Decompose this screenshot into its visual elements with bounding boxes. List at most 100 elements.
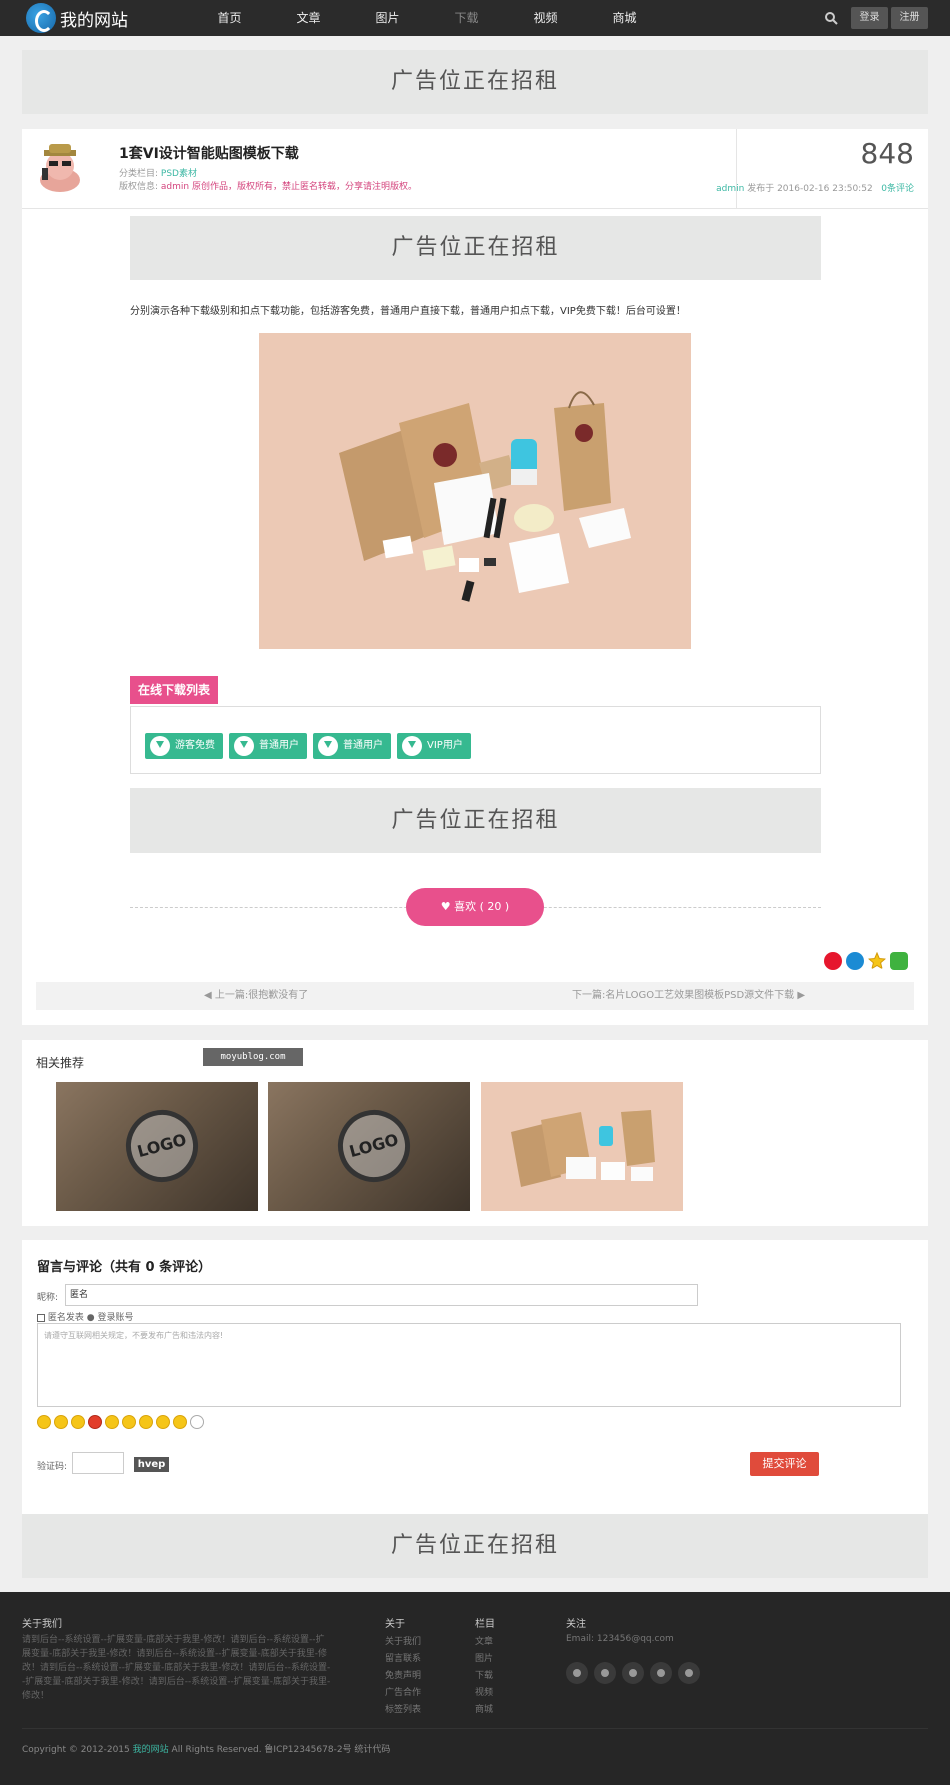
main-nav: 首页 文章 图片 下载 视频 商城 <box>190 0 664 36</box>
nav-articles[interactable]: 文章 <box>269 0 348 36</box>
article-intro: 分别演示各种下载级别和扣点下载功能，包括游客免费，普通用户直接下载，普通用户扣点… <box>130 306 686 317</box>
emoji-icon[interactable] <box>88 1415 102 1429</box>
emoji-icon[interactable] <box>105 1415 119 1429</box>
publish-date: 发布于 2016-02-16 23:50:52 <box>747 184 873 194</box>
copyright-prefix: Copyright © 2012-2015 <box>22 1745 130 1755</box>
nav-images[interactable]: 图片 <box>348 0 427 36</box>
nav-shop[interactable]: 商城 <box>585 0 664 36</box>
ad-banner-bottom[interactable]: 广告位正在招租 <box>22 1514 928 1578</box>
footer-link-downloads[interactable]: 下载 <box>475 1668 493 1681</box>
download-icon <box>234 736 254 756</box>
chevron-right-icon: ▶ <box>797 990 806 1001</box>
view-count: 848 <box>860 137 914 170</box>
download-guest-button[interactable]: 游客免费 <box>145 733 223 759</box>
nickname-input[interactable]: 匿名 <box>65 1284 698 1306</box>
captcha-image[interactable]: hvep <box>134 1457 169 1472</box>
footer-link-articles[interactable]: 文章 <box>475 1634 493 1647</box>
login-account-link[interactable]: 登录账号 <box>98 1313 134 1323</box>
like-button[interactable]: ♥ 喜欢 ( 20 ) <box>406 888 544 926</box>
footer-link-about[interactable]: 关于我们 <box>385 1634 421 1647</box>
prev-post-link[interactable]: ◀ 上一篇:很抱歉没有了 <box>204 982 308 1010</box>
footer-link-ads[interactable]: 广告合作 <box>385 1685 421 1698</box>
watermark-label: moyublog.com <box>203 1048 303 1066</box>
prev-next-nav: ◀ 上一篇:很抱歉没有了 下一篇:名片LOGO工艺效果图模板PSD源文件下载 ▶ <box>36 982 914 1010</box>
article-title: 1套VI设计智能贴图模板下载 <box>119 146 299 162</box>
pinterest-icon[interactable] <box>594 1662 616 1684</box>
copyright-site-link[interactable]: 我的网站 <box>133 1745 169 1755</box>
next-post-link[interactable]: 下一篇:名片LOGO工艺效果图模板PSD源文件下载 ▶ <box>572 982 805 1010</box>
related-title: 相关推荐 <box>36 1056 85 1070</box>
author-link[interactable]: admin <box>716 184 744 194</box>
comment-textarea[interactable]: 请遵守互联网相关规定，不要发布广告和违法内容! <box>37 1323 901 1407</box>
footer-link-videos[interactable]: 视频 <box>475 1685 493 1698</box>
ad-banner-article-top[interactable]: 广告位正在招租 <box>130 216 821 280</box>
comment-count-link[interactable]: 0条评论 <box>881 184 914 194</box>
copyright-suffix: All Rights Reserved. 鲁ICP12345678-2号 统计代… <box>171 1745 391 1755</box>
wechat-share-icon[interactable] <box>890 952 908 970</box>
vi-mockup-thumb <box>511 1110 655 1187</box>
footer-link-tags[interactable]: 标签列表 <box>385 1702 421 1715</box>
favorite-star-icon[interactable] <box>868 952 886 970</box>
qq-icon[interactable] <box>622 1662 644 1684</box>
emoji-icon[interactable] <box>156 1415 170 1429</box>
weibo-icon[interactable] <box>566 1662 588 1684</box>
nav-home[interactable]: 首页 <box>190 0 269 36</box>
download-icon <box>402 736 422 756</box>
search-icon[interactable] <box>824 11 838 25</box>
category-link[interactable]: PSD素材 <box>161 169 197 179</box>
emoji-icon[interactable] <box>139 1415 153 1429</box>
footer-link-disclaimer[interactable]: 免责声明 <box>385 1668 421 1681</box>
like-label: 喜欢 ( 20 ) <box>454 900 510 913</box>
anon-options: 匿名发表 ● 登录账号 <box>37 1310 134 1323</box>
rss-icon[interactable] <box>650 1662 672 1684</box>
next-post-label: 下一篇:名片LOGO工艺效果图模板PSD源文件下载 <box>572 990 795 1001</box>
footer-about-title: 关于我们 <box>22 1619 62 1630</box>
footer-link-shop[interactable]: 商城 <box>475 1702 493 1715</box>
logo-stamp: LOGO <box>117 1101 207 1191</box>
logo-icon <box>26 3 56 33</box>
chevron-left-icon: ◀ <box>204 990 212 1001</box>
emoji-icon[interactable] <box>37 1415 51 1429</box>
login-button[interactable]: 登录 <box>851 7 888 29</box>
related-thumb-3[interactable] <box>481 1082 683 1211</box>
footer-col1-title: 关于 <box>385 1619 405 1630</box>
emoji-icon[interactable] <box>122 1415 136 1429</box>
weibo-share-icon[interactable] <box>824 952 842 970</box>
related-thumb-1[interactable]: LOGO <box>56 1082 258 1211</box>
anon-checkbox[interactable] <box>37 1313 45 1322</box>
download-vip-button[interactable]: VIP用户 <box>397 733 471 759</box>
footer-divider <box>22 1728 928 1729</box>
submit-comment-button[interactable]: 提交评论 <box>750 1452 819 1476</box>
nav-downloads[interactable]: 下载 <box>427 0 506 36</box>
category-line: 分类栏目: PSD素材 <box>119 166 197 179</box>
pinterest-share-icon[interactable] <box>846 952 864 970</box>
site-logo[interactable]: 我的网站 <box>26 3 128 33</box>
related-thumb-2[interactable]: LOGO <box>268 1082 470 1211</box>
ad-banner-article-bottom[interactable]: 广告位正在招租 <box>130 788 821 853</box>
footer-link-contact[interactable]: 留言联系 <box>385 1651 421 1664</box>
header-divider <box>736 129 737 209</box>
download-icon <box>150 736 170 756</box>
download-list-title: 在线下载列表 <box>130 676 219 704</box>
wechat-icon[interactable] <box>678 1662 700 1684</box>
emoji-icon[interactable] <box>71 1415 85 1429</box>
site-name: 我的网站 <box>60 10 128 31</box>
download-vip-label: VIP用户 <box>427 740 463 751</box>
emoji-icon[interactable] <box>54 1415 68 1429</box>
nav-videos[interactable]: 视频 <box>506 0 585 36</box>
download-user-button[interactable]: 普通用户 <box>229 733 307 759</box>
author-avatar <box>40 144 80 192</box>
download-user-points-button[interactable]: 普通用户 <box>313 733 391 759</box>
download-user-points-label: 普通用户 <box>343 740 383 751</box>
emoji-icon[interactable] <box>173 1415 187 1429</box>
user-icon: ● <box>86 1313 95 1323</box>
download-list: 游客免费 普通用户 普通用户 VIP用户 <box>130 706 821 774</box>
captcha-input[interactable] <box>72 1452 124 1474</box>
ad-banner-top[interactable]: 广告位正在招租 <box>22 50 928 114</box>
register-button[interactable]: 注册 <box>891 7 928 29</box>
footer-link-images[interactable]: 图片 <box>475 1651 493 1664</box>
emoji-icon[interactable] <box>190 1415 204 1429</box>
product-image <box>259 333 691 649</box>
copyright-text: admin 原创作品，版权所有，禁止匿名转载，分享请注明版权。 <box>160 182 417 192</box>
footer-about-text: 请到后台--系统设置--扩展变量-底部关于我里-修改！请到后台--系统设置--扩… <box>22 1635 331 1701</box>
